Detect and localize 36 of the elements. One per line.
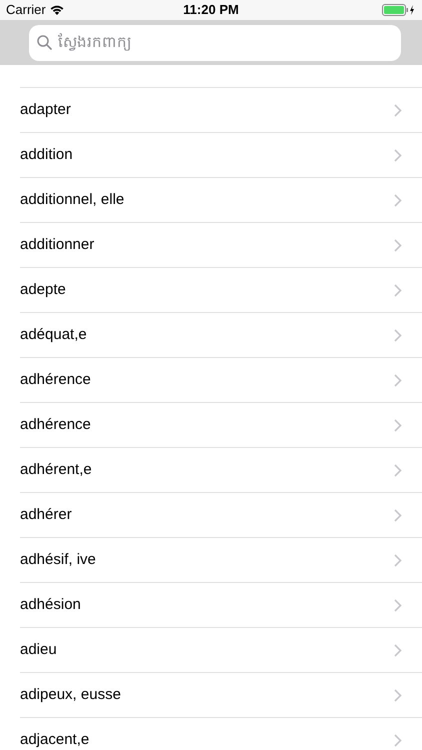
word-label[interactable]: adieu <box>20 638 394 662</box>
chevron-icon <box>394 328 402 342</box>
word-label[interactable]: adapter <box>20 98 394 122</box>
word-label[interactable]: adepte <box>20 278 394 302</box>
chevron-icon <box>394 238 402 252</box>
word-label[interactable]: additionnel, elle <box>20 188 394 212</box>
word-label[interactable]: adhésif, ive <box>20 548 394 572</box>
search-field[interactable]: ស្វែងរកពាក្យ <box>29 24 401 60</box>
word-label[interactable]: adipeux, eusse <box>20 684 394 706</box>
word-label[interactable]: adéquat,e <box>20 324 394 346</box>
chevron-icon <box>394 598 402 612</box>
chevron-icon <box>394 688 402 702</box>
chevron-icon <box>394 284 402 296</box>
chevron-icon <box>394 508 402 522</box>
carrier-label: Carrier <box>6 1 46 20</box>
word-label[interactable]: adhérence <box>20 368 394 392</box>
chevron-icon <box>394 374 402 386</box>
chevron-icon <box>394 418 402 432</box>
word-label[interactable]: adhésion <box>20 594 394 616</box>
word-label[interactable]: adhérent,e <box>20 458 394 482</box>
chevron-icon <box>394 194 402 206</box>
word-label[interactable]: addition <box>20 144 394 166</box>
chevron-icon <box>394 644 402 656</box>
battery-charging-icon <box>382 4 416 16</box>
chevron-icon <box>394 464 402 476</box>
word-label[interactable]: additionner <box>20 234 394 256</box>
word-label[interactable]: adjacent,e <box>20 728 394 750</box>
chevron-icon <box>394 148 402 162</box>
chevron-icon <box>394 554 402 566</box>
word-label[interactable]: adhérence <box>20 414 394 436</box>
wifi-icon <box>50 5 64 15</box>
search-icon <box>37 34 52 50</box>
chevron-icon <box>394 734 402 746</box>
time-label: 11:20 PM <box>183 1 239 20</box>
chevron-icon <box>394 104 402 116</box>
word-label[interactable]: adhérer <box>20 504 394 526</box>
